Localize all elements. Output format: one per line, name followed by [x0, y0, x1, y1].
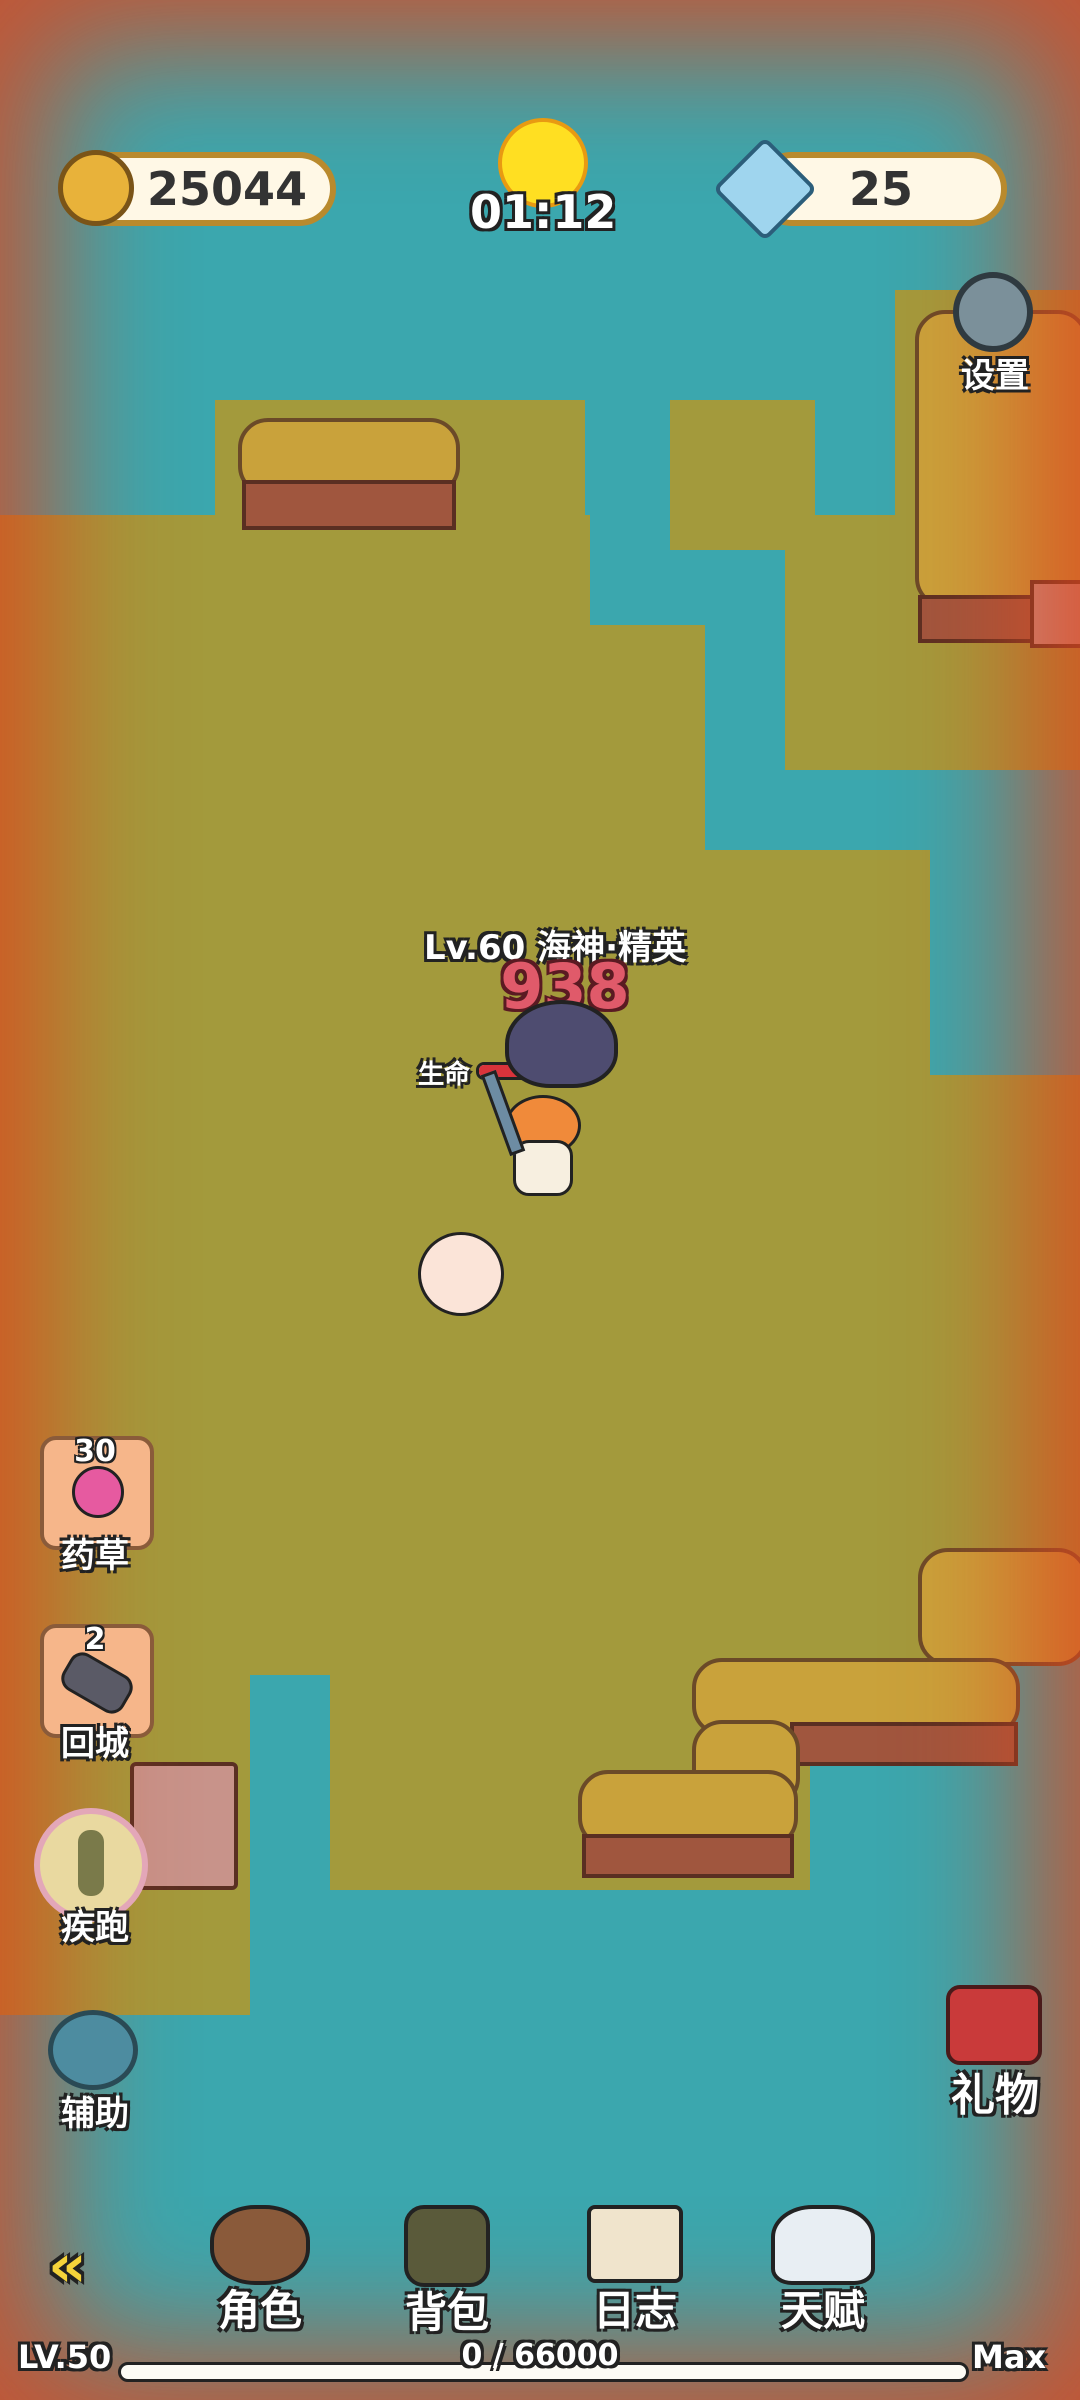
grass-area [800, 965, 930, 1665]
herb-count: 30 [74, 1434, 116, 1469]
assist-label: 辅助 [61, 2094, 129, 2134]
cliff-side [242, 480, 456, 530]
grass-area [920, 1075, 1080, 1595]
cliff-side [790, 1722, 1018, 1766]
backpack-icon [404, 2205, 490, 2287]
return-town-button[interactable]: 2 回城 [40, 1622, 154, 1764]
xp-progress-text: 0 / 66000 [461, 2338, 619, 2373]
return-town-label: 回城 [61, 1724, 129, 1764]
sprint-button[interactable]: 疾跑 [34, 1808, 156, 1948]
running-man-icon [78, 1830, 104, 1896]
herb-label: 药草 [61, 1536, 129, 1576]
gift-button[interactable]: 礼物 [930, 1985, 1060, 2121]
talent-icon [771, 2205, 875, 2285]
hp-label: 生命 [418, 1060, 471, 1090]
nav-backpack-label: 背包 [404, 2288, 489, 2337]
cliff-block [918, 1548, 1080, 1666]
nav-hero-label: 角色 [217, 2286, 302, 2335]
nav-journal-label: 日志 [592, 2286, 677, 2335]
grass-area [585, 625, 705, 1675]
nav-hero-button[interactable]: 角色 [195, 2205, 325, 2338]
game-map[interactable]: Lv.60 海神·精英 938 生命 [0, 0, 1080, 2400]
settings-button[interactable]: 设置 [935, 270, 1055, 396]
player-level: LV.50 [18, 2338, 112, 2376]
xp-max-label: Max [972, 2338, 1047, 2376]
game-timer: 01:12 [470, 185, 617, 239]
gold-value: 25044 [146, 162, 308, 216]
hero-icon [210, 2205, 310, 2285]
nav-talent-label: 天赋 [780, 2286, 865, 2335]
gift-label: 礼物 [951, 2070, 1039, 2121]
assist-icon [48, 2010, 138, 2090]
double-chevron-left-icon: « [48, 2231, 87, 2301]
cliff-side [582, 1834, 794, 1878]
gear-icon [953, 272, 1033, 352]
herb-item-button[interactable]: 30 药草 [40, 1434, 154, 1576]
player-sprite[interactable] [480, 1069, 585, 1200]
gold-coin-icon [58, 150, 134, 226]
journal-icon [587, 2205, 683, 2283]
nav-talent-button[interactable]: 天赋 [758, 2205, 888, 2338]
sprint-label: 疾跑 [61, 1908, 129, 1948]
nav-journal-button[interactable]: 日志 [570, 2205, 700, 2338]
angel-pet-sprite[interactable] [418, 1232, 504, 1316]
return-town-count: 2 [84, 1622, 106, 1657]
nav-backpack-button[interactable]: 背包 [382, 2205, 512, 2340]
herb-icon [72, 1466, 124, 1518]
settings-label: 设置 [961, 356, 1029, 396]
gift-icon [946, 1985, 1042, 2065]
collapse-nav-button[interactable]: « [48, 2231, 138, 2301]
wooden-bridge[interactable] [1030, 580, 1080, 648]
assist-button[interactable]: 辅助 [40, 2010, 150, 2134]
